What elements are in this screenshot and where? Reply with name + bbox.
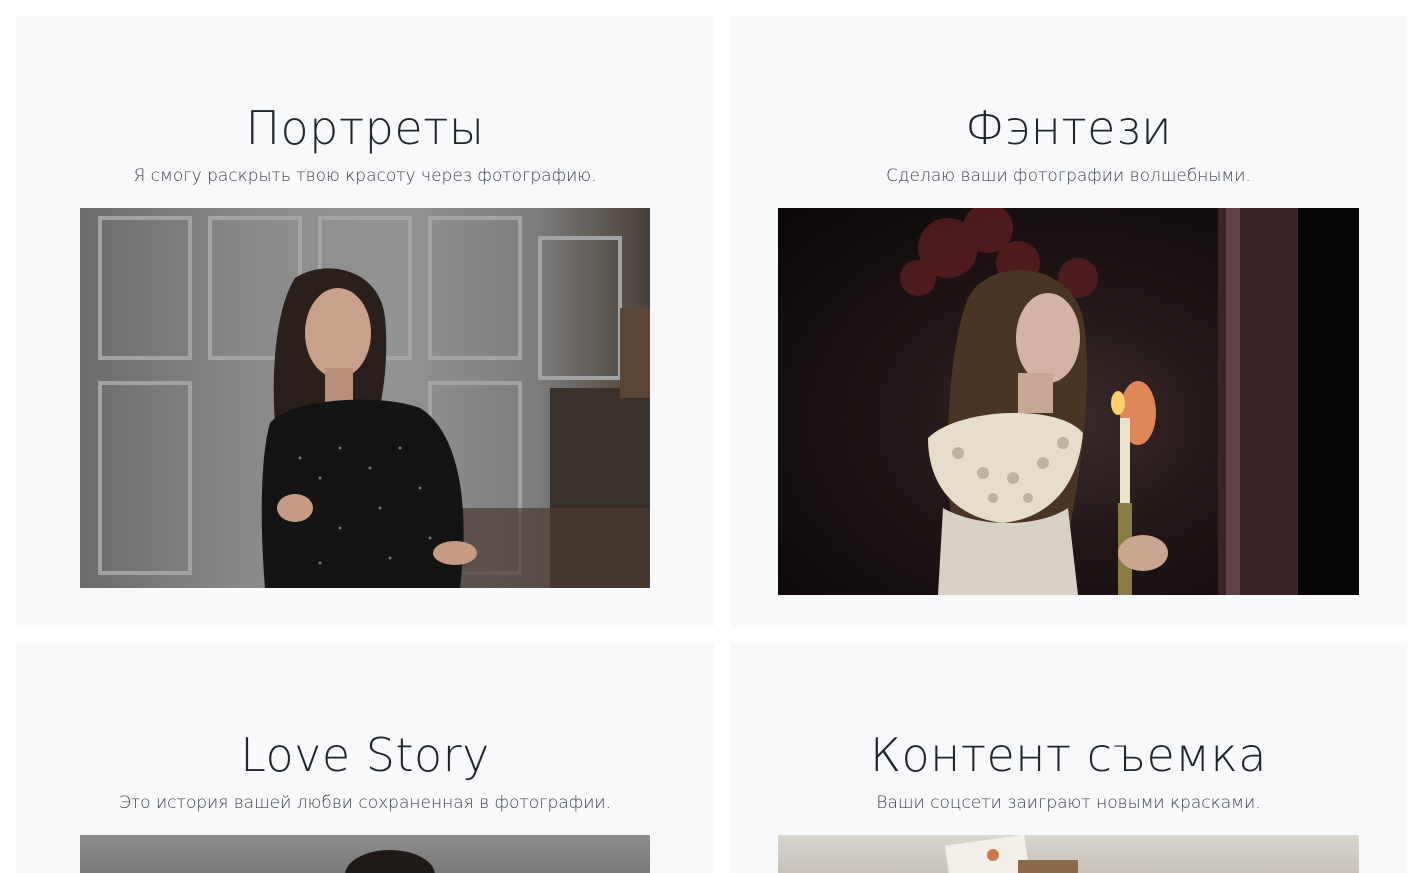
fantasy-photo[interactable] (778, 208, 1359, 595)
service-subtitle: Ваши соцсети заиграют новыми красками. (876, 793, 1261, 813)
service-card-love-story[interactable]: Love Story Это история вашей любви сохра… (16, 643, 714, 873)
service-card-content[interactable]: Контент съемка Ваши соцсети заиграют нов… (730, 643, 1407, 873)
service-subtitle: Сделаю ваши фотографии волшебными. (886, 166, 1251, 186)
content-photo[interactable] (778, 835, 1359, 873)
service-title: Портреты (245, 101, 485, 155)
service-subtitle: Это история вашей любви сохраненная в фо… (118, 793, 611, 813)
portrait-photo[interactable] (80, 208, 650, 588)
service-card-fantasy[interactable]: Фэнтези Сделаю ваши фотографии волшебным… (730, 16, 1407, 627)
service-subtitle: Я смогу раскрыть твою красоту через фото… (133, 166, 597, 186)
service-title: Контент съемка (870, 728, 1267, 782)
love-story-photo[interactable] (80, 835, 650, 873)
services-grid: Портреты Я смогу раскрыть твою красоту ч… (16, 16, 1407, 873)
service-title: Фэнтези (964, 101, 1173, 155)
service-card-portraits[interactable]: Портреты Я смогу раскрыть твою красоту ч… (16, 16, 714, 627)
service-title: Love Story (240, 728, 490, 782)
